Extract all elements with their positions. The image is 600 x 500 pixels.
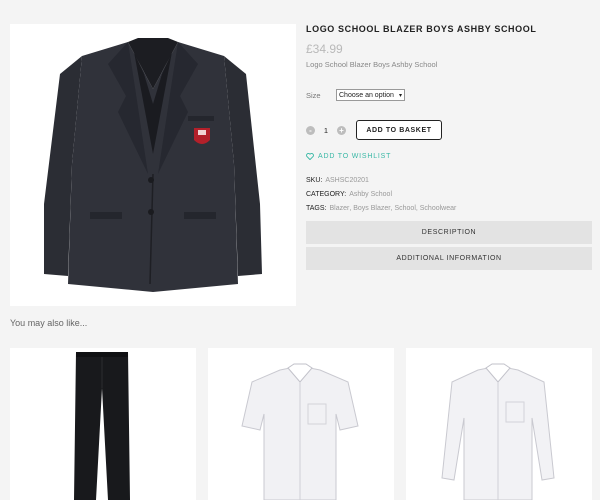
quantity-input[interactable]: 1 [315,126,337,135]
category-key: CATEGORY: [306,191,347,198]
qty-minus-button[interactable]: - [306,125,315,135]
chevron-down-icon: ▾ [398,92,402,99]
tag-link[interactable]: School [394,205,415,212]
trousers-image [74,352,130,500]
related-product-card[interactable] [208,348,394,500]
add-to-basket-button[interactable]: ADD TO BASKET [356,120,442,140]
long-sleeve-shirt-image [441,363,555,500]
qty-plus-button[interactable]: + [337,125,346,135]
cart-row: - 1 + ADD TO BASKET [306,120,592,140]
product-price: £34.99 [306,42,343,56]
sku-line: SKU: ASHSC20201 [306,177,592,184]
product-summary: LOGO SCHOOL BLAZER BOYS ASHBY SCHOOL £34… [306,24,592,270]
product-short-description: Logo School Blazer Boys Ashby School [306,60,438,69]
blazer-image [44,38,262,292]
tag-link[interactable]: Blazer [329,205,349,212]
size-select-value: Choose an option [339,91,394,99]
category-line: CATEGORY: Ashby School [306,191,592,198]
tags-line: TAGS: Blazer, Boys Blazer, School, Schoo… [306,205,457,212]
tab-additional-information[interactable]: ADDITIONAL INFORMATION [306,247,592,270]
sku-value: ASHSC20201 [325,177,369,184]
category-link[interactable]: Ashby School [349,191,392,198]
product-main-image[interactable] [10,24,296,306]
add-to-wishlist-link[interactable]: ADD TO WISHLIST [306,153,592,160]
related-products-heading: You may also like... [10,318,88,328]
heart-icon [306,153,314,160]
variation-row: Size Choose an option ▾ [306,89,592,101]
tag-link[interactable]: Boys Blazer [353,205,390,212]
short-sleeve-shirt-image [241,363,359,500]
size-select[interactable]: Choose an option ▾ [336,89,405,101]
wishlist-label: ADD TO WISHLIST [318,153,392,160]
product-meta: SKU: ASHSC20201 CATEGORY: Ashby School T… [306,177,592,212]
related-product-card[interactable] [406,348,592,500]
sku-key: SKU: [306,177,323,184]
related-product-card[interactable] [10,348,196,500]
tag-link[interactable]: Schoolwear [420,205,457,212]
product-title: LOGO SCHOOL BLAZER BOYS ASHBY SCHOOL [306,24,537,34]
tags-key: TAGS: [306,205,327,212]
size-label: Size [306,90,321,100]
tab-description[interactable]: DESCRIPTION [306,221,592,244]
